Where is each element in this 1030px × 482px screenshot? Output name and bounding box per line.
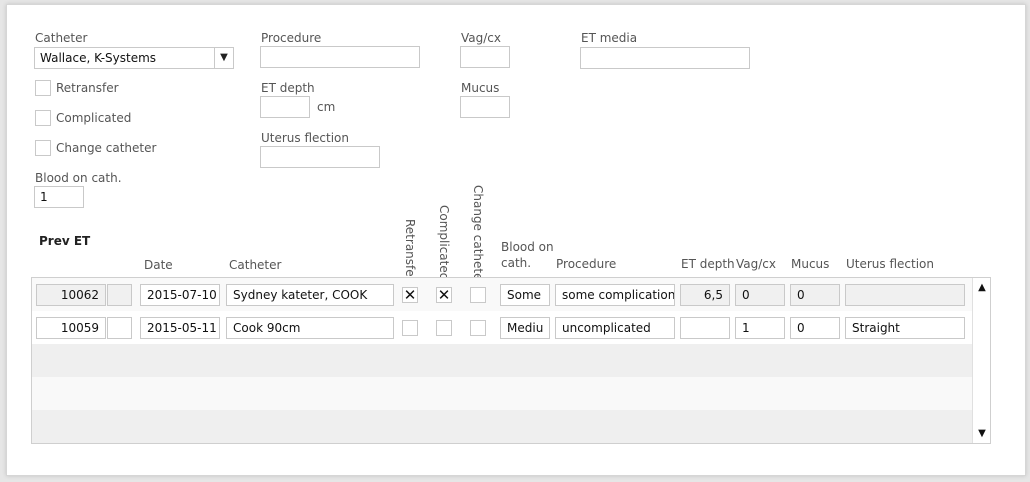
cell-et-depth: 6,5	[680, 284, 730, 306]
cell-uterus-flection[interactable]: Straight	[845, 317, 965, 339]
table-row[interactable]: 10062 2015-07-10 Sydney kateter, COOK ✕ …	[32, 278, 972, 311]
cell-date[interactable]: 2015-05-11	[140, 317, 220, 339]
mucus-label: Mucus	[461, 81, 500, 95]
header-et-depth: ET depth	[681, 257, 735, 271]
cell-catheter[interactable]: Sydney kateter, COOK	[226, 284, 394, 306]
scroll-up-icon[interactable]: ▲	[973, 282, 990, 293]
et-media-label: ET media	[581, 31, 638, 45]
cell-complicated-checkbox[interactable]: ✕	[436, 287, 452, 303]
et-depth-unit: cm	[317, 100, 336, 114]
change-catheter-label: Change catheter	[56, 141, 157, 155]
cell-id: 10059	[36, 317, 106, 339]
cell-id: 10062	[36, 284, 106, 306]
header-retransfer: Retransfer	[403, 219, 417, 282]
header-blood-line1: Blood on	[501, 240, 554, 254]
header-catheter: Catheter	[229, 258, 282, 272]
header-mucus: Mucus	[791, 257, 830, 271]
blood-on-cath-label: Blood on cath.	[35, 171, 122, 185]
table-row-empty	[32, 410, 972, 443]
prev-et-table: 10062 2015-07-10 Sydney kateter, COOK ✕ …	[31, 277, 991, 444]
scroll-down-icon[interactable]: ▼	[973, 428, 990, 439]
cell-retransfer-checkbox[interactable]	[402, 320, 418, 336]
complicated-label: Complicated	[56, 111, 132, 125]
et-details-panel: Catheter Wallace, K-Systems ▼ Retransfer…	[6, 4, 1026, 476]
cell-mucus[interactable]: 0	[790, 317, 840, 339]
prev-et-title: Prev ET	[39, 234, 91, 248]
procedure-label: Procedure	[261, 31, 322, 45]
header-change-catheter: Change catheter	[471, 185, 485, 286]
vag-cx-label: Vag/cx	[461, 31, 501, 45]
header-blood-line2: cath.	[501, 256, 532, 270]
et-media-input[interactable]	[580, 47, 750, 69]
cell-change-catheter-checkbox[interactable]	[470, 320, 486, 336]
header-procedure: Procedure	[556, 257, 617, 271]
cell-catheter[interactable]: Cook 90cm	[226, 317, 394, 339]
cell-procedure[interactable]: uncomplicated	[555, 317, 675, 339]
cell-blood[interactable]: Mediu	[500, 317, 550, 339]
mucus-input[interactable]	[460, 96, 510, 118]
blood-on-cath-input[interactable]: 1	[34, 186, 84, 208]
vag-cx-input[interactable]	[460, 46, 510, 68]
et-depth-label: ET depth	[261, 81, 315, 95]
retransfer-checkbox[interactable]	[35, 80, 51, 96]
retransfer-label: Retransfer	[56, 81, 119, 95]
cell-et-depth[interactable]	[680, 317, 730, 339]
complicated-checkbox[interactable]	[35, 110, 51, 126]
cell-date[interactable]: 2015-07-10	[140, 284, 220, 306]
table-scrollbar[interactable]: ▲ ▼	[972, 278, 990, 443]
cell-change-catheter-checkbox[interactable]	[470, 287, 486, 303]
header-complicated: Complicated	[437, 205, 451, 281]
cell-vag-cx: 0	[735, 284, 785, 306]
cell-vag-cx[interactable]: 1	[735, 317, 785, 339]
procedure-input[interactable]	[260, 46, 420, 68]
cell-uterus-flection	[845, 284, 965, 306]
header-vag-cx: Vag/cx	[736, 257, 776, 271]
table-row[interactable]: 10059 2015-05-11 Cook 90cm Mediu uncompl…	[32, 311, 972, 344]
header-date: Date	[144, 258, 173, 272]
uterus-flection-label: Uterus flection	[261, 131, 350, 145]
cell-blank	[107, 317, 132, 339]
table-row-empty	[32, 377, 972, 410]
header-uterus-flection: Uterus flection	[846, 257, 935, 271]
change-catheter-checkbox[interactable]	[35, 140, 51, 156]
table-row-empty	[32, 344, 972, 377]
cell-blank	[107, 284, 132, 306]
cell-retransfer-checkbox[interactable]: ✕	[402, 287, 418, 303]
catheter-label: Catheter	[35, 31, 88, 45]
cell-complicated-checkbox[interactable]	[436, 320, 452, 336]
uterus-flection-input[interactable]	[260, 146, 380, 168]
cell-blood[interactable]: Some	[500, 284, 550, 306]
catheter-select[interactable]: Wallace, K-Systems ▼	[34, 47, 234, 69]
cell-procedure[interactable]: some complication	[555, 284, 675, 306]
cell-mucus: 0	[790, 284, 840, 306]
chevron-down-icon[interactable]: ▼	[214, 48, 233, 68]
catheter-select-value: Wallace, K-Systems	[40, 51, 157, 65]
et-depth-input[interactable]	[260, 96, 310, 118]
